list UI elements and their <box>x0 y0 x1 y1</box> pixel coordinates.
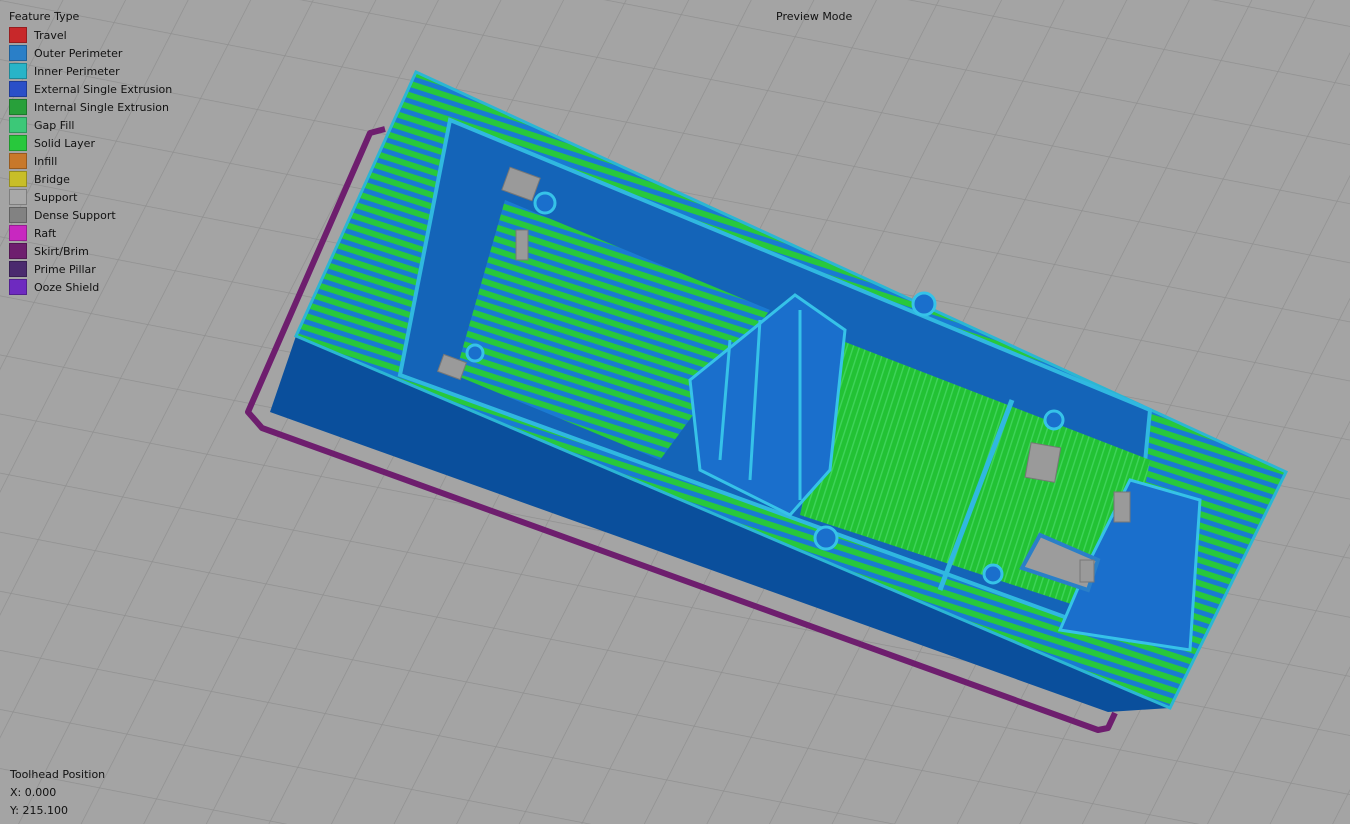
legend-swatch <box>9 81 27 97</box>
legend-item: Raft <box>9 224 172 242</box>
legend-item: Dense Support <box>9 206 172 224</box>
toolhead-y: Y: 215.100 <box>10 804 68 817</box>
legend-item: External Single Extrusion <box>9 80 172 98</box>
support-block-1 <box>1024 442 1062 483</box>
legend-label: Internal Single Extrusion <box>34 100 169 114</box>
legend-label: Ooze Shield <box>34 280 100 294</box>
legend-label: External Single Extrusion <box>34 82 173 96</box>
support-block-3 <box>1113 491 1131 523</box>
legend-label: Outer Perimeter <box>34 46 123 60</box>
support-block-6 <box>1079 559 1095 583</box>
legend-item: Infill <box>9 152 172 170</box>
legend-title: Feature Type <box>9 10 80 23</box>
legend-swatch <box>9 243 27 259</box>
toolhead-x: X: 0.000 <box>10 786 57 799</box>
legend-swatch <box>9 45 27 61</box>
boss-4 <box>982 563 1004 585</box>
legend-label: Raft <box>34 226 57 240</box>
legend-items: Travel Outer Perimeter Inner Perimeter Exte… <box>9 26 172 296</box>
toolhead-title: Toolhead Position <box>10 768 106 781</box>
legend-label: Bridge <box>34 172 70 186</box>
legend-item: Gap Fill <box>9 116 172 134</box>
support-block-5 <box>515 229 529 261</box>
boss-6 <box>1043 409 1065 431</box>
3d-preview-viewport[interactable] <box>0 0 1350 824</box>
legend-swatch <box>9 261 27 277</box>
legend-label: Prime Pillar <box>34 262 96 276</box>
legend-item: Inner Perimeter <box>9 62 172 80</box>
legend-swatch <box>9 189 27 205</box>
legend-item: Outer Perimeter <box>9 44 172 62</box>
legend-label: Dense Support <box>34 208 116 222</box>
legend-item: Support <box>9 188 172 206</box>
boss-5 <box>465 343 485 363</box>
legend-item: Solid Layer <box>9 134 172 152</box>
legend-swatch <box>9 153 27 169</box>
legend-swatch <box>9 27 27 43</box>
legend-label: Solid Layer <box>34 136 95 150</box>
legend-swatch <box>9 225 27 241</box>
legend-item: Travel <box>9 26 172 44</box>
toolhead-position: Toolhead Position X: 0.000 Y: 215.100 <box>10 766 105 820</box>
legend-swatch <box>9 171 27 187</box>
legend-swatch <box>9 99 27 115</box>
legend-swatch <box>9 63 27 79</box>
legend-item: Skirt/Brim <box>9 242 172 260</box>
boss-3 <box>813 525 839 551</box>
legend-item: Prime Pillar <box>9 260 172 278</box>
legend-label: Travel <box>34 28 67 42</box>
legend-swatch <box>9 279 27 295</box>
legend-label: Inner Perimeter <box>34 64 120 78</box>
legend-swatch <box>9 207 27 223</box>
legend-label: Gap Fill <box>34 118 75 132</box>
legend-item: Ooze Shield <box>9 278 172 296</box>
legend-item: Bridge <box>9 170 172 188</box>
feature-type-legend: Feature Type Travel Outer Perimeter Inner … <box>9 10 172 296</box>
legend-swatch <box>9 117 27 133</box>
legend-label: Infill <box>34 154 58 168</box>
legend-label: Support <box>34 190 78 204</box>
legend-item: Internal Single Extrusion <box>9 98 172 116</box>
legend-swatch <box>9 135 27 151</box>
boss-1 <box>533 191 557 215</box>
legend-label: Skirt/Brim <box>34 244 89 258</box>
boss-2 <box>911 291 937 317</box>
preview-mode-label: Preview Mode <box>776 10 853 23</box>
